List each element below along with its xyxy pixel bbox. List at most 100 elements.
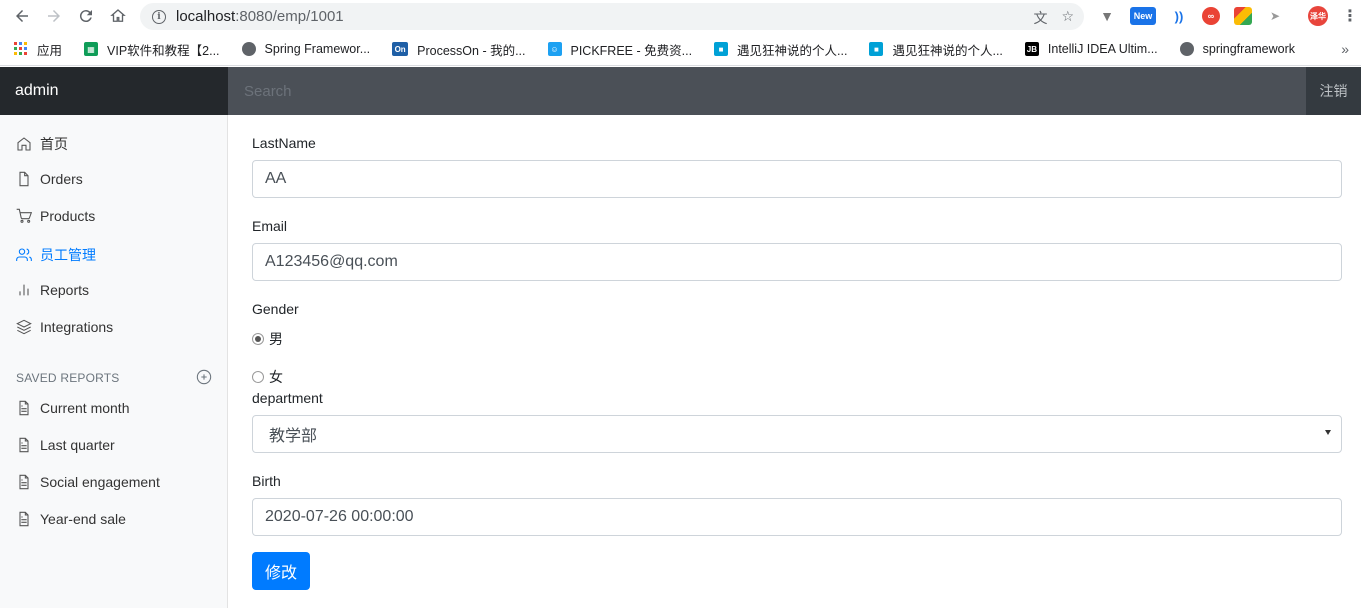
cart-icon [16,208,32,223]
file-icon [19,171,29,187]
gender-male-radio[interactable]: 男 [252,329,283,349]
sidebar: 首页 Orders Products 员工管理 Reports Integrat… [0,115,228,608]
lastname-input[interactable]: AA [252,160,1342,198]
sheet-icon: ▦ [84,42,99,56]
email-input[interactable]: A123456@qq.com [252,243,1342,281]
pickfree-icon: ☺ [547,42,562,56]
chevron-down-icon [1325,430,1331,435]
add-report-button[interactable] [196,369,212,385]
sidebar-item-home[interactable]: 首页 [16,134,68,154]
gender-male-label: 男 [269,331,283,347]
url-text: localhost:8080/emp/1001 [176,8,344,25]
birth-input[interactable]: 2020-07-26 00:00:00 [252,498,1342,536]
home-icon [17,137,31,151]
lastname-label: LastName [252,135,316,151]
extensions-bar: ▼ New )) ∞ ➤ 泽华 ⋮ [1098,6,1358,26]
saved-reports-heading: SAVED REPORTS [16,371,120,385]
saved-item-social-engagement[interactable]: Social engagement [16,474,160,490]
profile-avatar[interactable]: 泽华 [1308,6,1328,26]
globe-icon [241,42,256,56]
submit-button[interactable]: 修改 [252,552,310,590]
bookmark-label: springframework [1202,42,1296,56]
bookmark-pickfree[interactable]: ☺ PICKFREE - 免费资... [547,40,693,59]
bookmark-label: PICKFREE - 免费资... [570,43,693,58]
jetbrains-icon: JB [1024,42,1039,56]
bookmark-label: ProcessOn - 我的... [417,43,526,58]
department-select[interactable]: 教学部 [252,415,1342,453]
search-input[interactable] [228,67,1306,115]
gender-female-radio[interactable]: 女 [252,367,283,387]
vue-devtools-icon[interactable]: ▼ [1098,7,1116,25]
email-label: Email [252,218,288,234]
site-info-icon[interactable]: i [152,9,166,24]
gender-female-label: 女 [269,369,283,385]
department-selected-value: 教学部 [269,428,318,445]
top-navbar: admin 注销 [0,67,1361,115]
bar-chart-icon [19,284,29,296]
file-text-icon [19,511,29,527]
menu-kebab-icon[interactable]: ⋮ [1342,6,1358,26]
bookmark-spring[interactable]: Spring Framewor... [241,42,371,56]
address-bar[interactable]: i localhost:8080/emp/1001 文 ☆ [140,3,1084,30]
saved-item-last-quarter[interactable]: Last quarter [16,437,115,453]
bookmarks-overflow-icon[interactable]: » [1341,41,1349,57]
file-text-icon [19,400,29,416]
cursor-ext-icon[interactable]: ➤ [1266,7,1284,25]
bookmark-bilibili-1[interactable]: ■ 遇见狂神说的个人... [714,40,847,59]
sidebar-item-employees[interactable]: 员工管理 [16,245,96,265]
bookmark-label: IntelliJ IDEA Ultim... [1047,42,1158,56]
saved-item-year-end-sale[interactable]: Year-end sale [16,511,126,527]
plus-circle-icon [196,369,212,385]
bookmark-springframework[interactable]: springframework [1179,42,1296,56]
sidebar-item-reports[interactable]: Reports [16,282,89,298]
bookmark-label: 遇见狂神说的个人... [892,43,1003,58]
sidebar-item-orders[interactable]: Orders [16,171,83,187]
department-label: department [252,390,323,406]
gender-label: Gender [252,301,299,317]
infinity-ext-icon[interactable]: ∞ [1202,7,1220,25]
apps-grid-icon [14,42,28,56]
bilibili-icon: ■ [869,42,884,56]
bookmark-intellij[interactable]: JB IntelliJ IDEA Ultim... [1024,42,1158,56]
new-badge-icon[interactable]: New [1130,7,1156,25]
saved-item-label: Last quarter [40,437,115,453]
layers-icon [16,319,32,335]
browser-toolbar: i localhost:8080/emp/1001 文 ☆ ▼ New )) ∞… [0,0,1361,33]
radio-checked-icon[interactable] [252,333,264,345]
colorful-ext-icon[interactable] [1234,7,1252,25]
forward-icon[interactable] [38,0,70,32]
employee-edit-form: LastName AA Email A123456@qq.com Gender … [228,115,1361,608]
bookmark-processon[interactable]: On ProcessOn - 我的... [392,40,526,59]
home-browser-icon[interactable] [102,0,134,32]
sidebar-item-products[interactable]: Products [16,208,95,224]
saved-item-label: Current month [40,400,130,416]
bookmark-label: VIP软件和教程【2... [107,43,220,58]
bookmark-star-icon[interactable]: ☆ [1061,8,1074,28]
globe-icon [1179,42,1194,56]
bookmarks-bar: 应用 ▦ VIP软件和教程【2... Spring Framewor... On… [0,33,1361,66]
translate-icon[interactable]: 文 [1033,8,1047,28]
back-icon[interactable] [6,0,38,32]
saved-item-label: Social engagement [40,474,160,490]
bookmark-bilibili-2[interactable]: ■ 遇见狂神说的个人... [869,40,1003,59]
users-icon [16,248,32,261]
sidebar-item-integrations[interactable]: Integrations [16,319,113,335]
bilibili-icon: ■ [714,42,729,56]
radio-unchecked-icon[interactable] [252,371,264,383]
wifi-ext-icon[interactable]: )) [1170,7,1188,25]
bookmark-label: 应用 [37,43,63,58]
saved-item-current-month[interactable]: Current month [16,400,129,416]
brand[interactable]: admin [0,67,228,115]
reload-icon[interactable] [70,0,102,32]
logout-link[interactable]: 注销 [1306,67,1361,115]
sidebar-item-label: Orders [40,171,83,187]
sidebar-item-label: 员工管理 [40,247,96,263]
bookmark-vip[interactable]: ▦ VIP软件和教程【2... [84,40,220,59]
file-text-icon [19,437,29,453]
sidebar-item-label: 首页 [40,136,68,152]
file-text-icon [19,474,29,490]
sidebar-item-label: Reports [40,282,90,298]
bookmark-label: Spring Framewor... [264,42,371,56]
bookmark-label: 遇见狂神说的个人... [737,43,848,58]
bookmark-apps[interactable]: 应用 [14,40,62,59]
